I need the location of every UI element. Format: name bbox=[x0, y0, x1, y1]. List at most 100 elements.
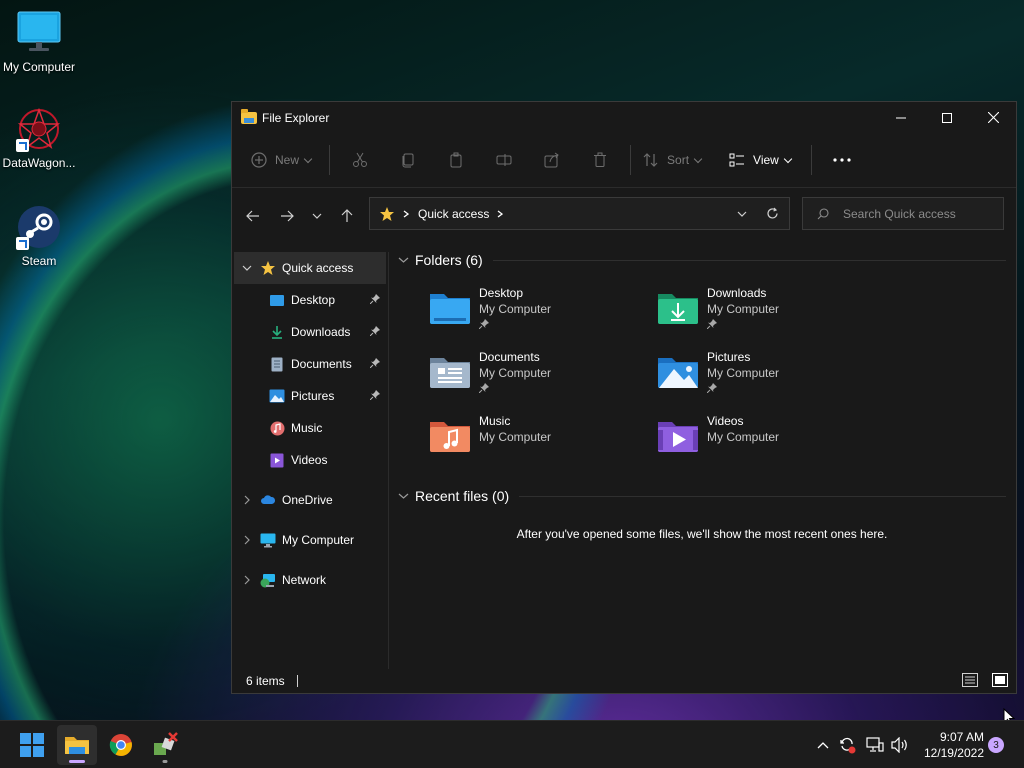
folder-name: Pictures bbox=[707, 350, 751, 364]
chevron-right-icon bbox=[244, 495, 250, 505]
sidebar-item-downloads[interactable]: Downloads bbox=[232, 316, 388, 348]
pin-icon[interactable] bbox=[369, 325, 380, 339]
sidebar-item-documents[interactable]: Documents bbox=[232, 348, 388, 380]
folder-tile-documents[interactable]: Documents My Computer bbox=[392, 350, 612, 406]
chevron-down-icon bbox=[737, 211, 747, 217]
paste-button[interactable] bbox=[432, 144, 480, 176]
folder-tile-videos[interactable]: Videos My Computer bbox=[620, 414, 840, 470]
show-hidden-icons-button[interactable] bbox=[813, 721, 833, 768]
new-button[interactable]: New bbox=[247, 144, 323, 176]
folder-name: Videos bbox=[707, 414, 744, 428]
minimize-button[interactable] bbox=[878, 102, 924, 133]
close-button[interactable] bbox=[970, 102, 1016, 133]
pin-icon[interactable] bbox=[369, 293, 380, 307]
shortcut-arrow-icon bbox=[16, 237, 29, 250]
view-list-icon bbox=[729, 153, 745, 167]
refresh-button[interactable] bbox=[766, 198, 779, 229]
pin-icon bbox=[478, 382, 489, 396]
desktop-icon-datawagon[interactable]: DataWagon... bbox=[0, 106, 79, 170]
status-divider bbox=[296, 674, 298, 687]
title-bar[interactable]: File Explorer bbox=[232, 102, 1016, 133]
pin-icon[interactable] bbox=[369, 357, 380, 371]
folder-tile-downloads[interactable]: Downloads My Computer bbox=[620, 286, 840, 342]
sort-button[interactable]: Sort bbox=[637, 144, 715, 176]
network-wired-icon bbox=[866, 737, 884, 752]
tiles-view-button[interactable] bbox=[992, 672, 1008, 691]
network-icon bbox=[260, 572, 276, 588]
section-divider bbox=[492, 259, 1006, 261]
window-controls bbox=[878, 102, 1016, 133]
notifications-button[interactable]: 3 bbox=[987, 721, 1005, 768]
folders-section-header[interactable]: Folders (6) bbox=[392, 250, 1012, 270]
sidebar-item-label: Quick access bbox=[282, 261, 354, 275]
rename-button[interactable] bbox=[480, 144, 528, 176]
desktop-icon-my-computer[interactable]: My Computer bbox=[0, 10, 79, 74]
folder-tile-desktop[interactable]: Desktop My Computer bbox=[392, 286, 612, 342]
speaker-icon bbox=[891, 737, 907, 753]
start-button[interactable] bbox=[12, 725, 52, 765]
maximize-icon bbox=[942, 112, 952, 123]
recent-section-header[interactable]: Recent files (0) bbox=[392, 486, 1012, 506]
delete-button[interactable] bbox=[576, 144, 624, 176]
taskbar-file-explorer[interactable] bbox=[57, 725, 97, 765]
sync-status-button[interactable] bbox=[836, 721, 858, 768]
address-location[interactable]: Quick access bbox=[418, 207, 489, 221]
sidebar-item-music[interactable]: Music bbox=[232, 412, 388, 444]
chevron-up-icon bbox=[817, 741, 829, 748]
clock[interactable]: 9:07 AM 12/19/2022 bbox=[918, 721, 984, 768]
network-status-button[interactable] bbox=[864, 721, 886, 768]
address-history-button[interactable] bbox=[737, 198, 747, 229]
sidebar-item-network[interactable]: Network bbox=[232, 564, 388, 596]
folder-tile-music[interactable]: Music My Computer bbox=[392, 414, 612, 470]
chevron-right-icon bbox=[244, 535, 250, 545]
view-button[interactable]: View bbox=[723, 144, 805, 176]
refresh-icon bbox=[767, 207, 778, 219]
sync-icon bbox=[840, 737, 856, 754]
folder-name: Documents bbox=[479, 350, 540, 364]
recent-empty-message: After you've opened some files, we'll sh… bbox=[516, 527, 888, 541]
folder-location: My Computer bbox=[707, 302, 780, 316]
more-options-button[interactable] bbox=[818, 144, 866, 176]
sort-icon bbox=[643, 153, 658, 167]
forward-button[interactable] bbox=[270, 201, 304, 231]
pictures-folder-icon bbox=[658, 358, 698, 388]
taskbar-chrome[interactable] bbox=[101, 725, 141, 765]
sidebar-item-label: My Computer bbox=[282, 533, 355, 547]
chevron-right-icon bbox=[403, 209, 409, 218]
sidebar-item-desktop[interactable]: Desktop bbox=[232, 284, 388, 316]
search-box[interactable]: Search Quick access bbox=[802, 197, 1004, 230]
sidebar-item-onedrive[interactable]: OneDrive bbox=[232, 484, 388, 516]
steam-icon bbox=[16, 204, 62, 250]
navigation-pane: Quick access Desktop Downloads Documents… bbox=[232, 252, 389, 669]
up-button[interactable] bbox=[330, 201, 364, 231]
cut-button[interactable] bbox=[336, 144, 384, 176]
sidebar-item-videos[interactable]: Videos bbox=[232, 444, 388, 476]
command-bar: New Sort View bbox=[232, 133, 1016, 188]
details-view-button[interactable] bbox=[962, 672, 978, 691]
folder-tile-pictures[interactable]: Pictures My Computer bbox=[620, 350, 840, 406]
folders-heading: Folders (6) bbox=[415, 252, 483, 268]
desktop-folder-icon bbox=[430, 294, 470, 324]
sidebar-item-my-computer[interactable]: My Computer bbox=[232, 524, 388, 556]
copy-button[interactable] bbox=[384, 144, 432, 176]
monitor-icon bbox=[16, 10, 62, 56]
pin-icon[interactable] bbox=[369, 389, 380, 403]
picture-icon bbox=[269, 388, 285, 404]
recent-locations-button[interactable] bbox=[304, 201, 330, 231]
download-icon bbox=[269, 324, 285, 340]
sidebar-item-pictures[interactable]: Pictures bbox=[232, 380, 388, 412]
sidebar-item-label: Pictures bbox=[291, 389, 335, 403]
share-button[interactable] bbox=[528, 144, 576, 176]
chevron-down-icon bbox=[398, 493, 409, 499]
volume-button[interactable] bbox=[889, 721, 911, 768]
window-title: File Explorer bbox=[262, 110, 330, 125]
address-bar[interactable]: Quick access bbox=[369, 197, 790, 230]
minimize-icon bbox=[896, 117, 906, 118]
sidebar-item-quick-access[interactable]: Quick access bbox=[234, 252, 386, 284]
toolbar-divider bbox=[630, 145, 632, 175]
back-button[interactable] bbox=[236, 201, 270, 231]
desktop-icon-steam[interactable]: Steam bbox=[0, 204, 79, 268]
chevron-down-icon bbox=[783, 154, 793, 163]
maximize-button[interactable] bbox=[924, 102, 970, 133]
taskbar-app-tool[interactable] bbox=[145, 725, 185, 765]
